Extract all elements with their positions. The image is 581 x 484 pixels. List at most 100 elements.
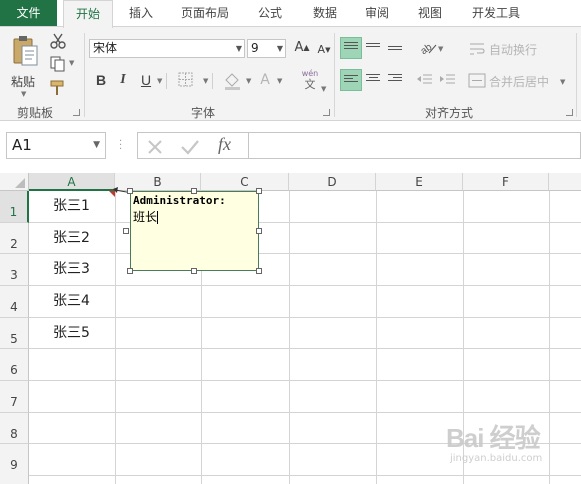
resize-handle[interactable]	[123, 228, 129, 234]
column-header-g[interactable]	[549, 173, 581, 191]
tab-file[interactable]: 文件	[0, 0, 57, 27]
clipboard-launcher-icon[interactable]	[73, 109, 80, 116]
alignment-launcher-icon[interactable]	[566, 109, 573, 116]
phonetic-guide-button[interactable]: wén 文	[296, 69, 324, 93]
enter-check-icon[interactable]	[180, 138, 200, 156]
chevron-down-icon[interactable]: ▼	[236, 40, 242, 57]
select-all-button[interactable]	[0, 173, 29, 191]
column-header-f[interactable]: F	[463, 173, 549, 191]
merge-center-button[interactable]: 合并后居中 ▼	[468, 72, 568, 92]
resize-handle[interactable]	[256, 268, 262, 274]
merge-dropdown-icon[interactable]: ▼	[560, 78, 565, 86]
tab-formulas[interactable]: 公式	[250, 0, 290, 27]
paste-dropdown-icon[interactable]: ▼	[21, 90, 26, 98]
row-header-6[interactable]: 6	[0, 349, 29, 381]
name-box[interactable]: A1 ▼	[6, 132, 106, 159]
cell-a2[interactable]: 张三2	[29, 223, 115, 254]
middle-align-button[interactable]	[363, 37, 385, 59]
orientation-button[interactable]: ab	[418, 39, 438, 57]
underline-dropdown-icon[interactable]: ▼	[157, 77, 162, 85]
cut-button[interactable]	[48, 32, 68, 50]
row-header-2[interactable]: 2	[0, 223, 29, 254]
cell-a1[interactable]: 张三1	[29, 191, 115, 222]
row-header-4[interactable]: 4	[0, 286, 29, 318]
decrease-indent-button[interactable]	[416, 72, 434, 88]
align-right-button[interactable]	[385, 69, 407, 91]
font-color-dropdown-icon[interactable]: ▼	[277, 77, 282, 85]
font-color-button[interactable]: A	[254, 69, 276, 91]
resize-handle[interactable]	[127, 268, 133, 274]
tab-data[interactable]: 数据	[303, 0, 347, 27]
tab-review[interactable]: 审阅	[357, 0, 397, 27]
column-header-c[interactable]: C	[201, 173, 289, 191]
underline-button[interactable]: U	[135, 69, 157, 91]
tab-developer[interactable]: 开发工具	[463, 0, 529, 27]
row-header-7[interactable]: 7	[0, 381, 29, 413]
comment-text-row[interactable]: 班长	[133, 208, 159, 225]
column-header-d[interactable]: D	[289, 173, 376, 191]
copy-dropdown-icon[interactable]: ▼	[69, 59, 74, 67]
row-header-8[interactable]: 8	[0, 413, 29, 444]
font-group-label: 字体	[190, 106, 215, 120]
cell-a3[interactable]: 张三3	[29, 254, 115, 285]
increase-indent-button[interactable]	[439, 72, 457, 88]
row-header-5[interactable]: 5	[0, 318, 29, 349]
row-header-1[interactable]: 1	[0, 191, 29, 223]
grow-font-icon: ▲	[303, 43, 310, 52]
formula-input[interactable]	[249, 132, 581, 159]
tab-page-layout[interactable]: 页面布局	[172, 0, 238, 27]
formula-bar-grip-icon[interactable]: · · ·	[119, 137, 122, 155]
align-right-icon	[388, 74, 402, 85]
insert-function-button[interactable]: fx	[218, 134, 231, 155]
copy-button[interactable]: ▼	[48, 55, 76, 73]
resize-handle[interactable]	[127, 188, 133, 194]
row-header-3[interactable]: 3	[0, 254, 29, 286]
cell-a4[interactable]: 张三4	[29, 286, 115, 317]
ribbon: 粘贴 ▼ ▼ 剪贴板 宋体 ▼ 9 ▼ A▲ A▼ B I U ▼ ▼ ▼ A …	[0, 26, 581, 121]
font-launcher-icon[interactable]	[323, 109, 330, 116]
cell-a5[interactable]: 张三5	[29, 318, 115, 349]
wrap-text-button[interactable]: 自动换行	[468, 40, 548, 60]
comment-text[interactable]: 班长	[133, 210, 157, 224]
tab-home[interactable]: 开始	[63, 0, 113, 28]
gridline	[376, 191, 377, 484]
chevron-down-icon[interactable]: ▼	[277, 40, 283, 57]
format-painter-button[interactable]	[48, 79, 68, 97]
gridline	[29, 412, 581, 413]
resize-handle[interactable]	[191, 268, 197, 274]
chevron-down-icon[interactable]: ▼	[93, 133, 100, 158]
borders-dropdown-icon[interactable]: ▼	[203, 77, 208, 85]
fill-color-dropdown-icon[interactable]: ▼	[246, 77, 251, 85]
top-align-button[interactable]	[340, 37, 362, 59]
bottom-align-button[interactable]	[385, 37, 407, 59]
font-name-combo[interactable]: 宋体 ▼	[89, 39, 245, 58]
row-header-9[interactable]: 9	[0, 444, 29, 484]
tab-view[interactable]: 视图	[410, 0, 450, 27]
paste-button[interactable]: 粘贴 ▼	[8, 33, 42, 98]
cell-comment[interactable]: Administrator: 班长	[130, 191, 259, 271]
shrink-font-button[interactable]: A▼	[313, 39, 335, 61]
grow-font-button[interactable]: A▲	[291, 37, 313, 59]
borders-button[interactable]	[178, 72, 198, 90]
resize-handle[interactable]	[256, 228, 262, 234]
align-center-button[interactable]	[363, 69, 385, 91]
column-header-e[interactable]: E	[376, 173, 463, 191]
phonetic-bottom-label: 文	[304, 78, 316, 91]
bold-button[interactable]: B	[90, 69, 112, 91]
resize-handle[interactable]	[256, 188, 262, 194]
font-size-combo[interactable]: 9 ▼	[247, 39, 286, 58]
align-center-icon	[366, 74, 380, 85]
resize-handle[interactable]	[191, 188, 197, 194]
column-header-a[interactable]: A	[29, 173, 115, 191]
italic-button[interactable]: I	[112, 69, 134, 91]
tab-insert[interactable]: 插入	[118, 0, 164, 27]
fill-color-button[interactable]	[222, 71, 244, 91]
cancel-icon[interactable]	[146, 138, 164, 156]
phonetic-dropdown-icon[interactable]: ▼	[321, 85, 326, 93]
align-left-button[interactable]	[340, 69, 362, 91]
align-left-icon	[344, 75, 358, 86]
orientation-dropdown-icon[interactable]: ▼	[438, 45, 443, 53]
merge-center-label: 合并后居中	[489, 75, 550, 89]
shrink-font-label: A	[317, 43, 326, 56]
text-orientation-icon: ab	[419, 42, 437, 57]
